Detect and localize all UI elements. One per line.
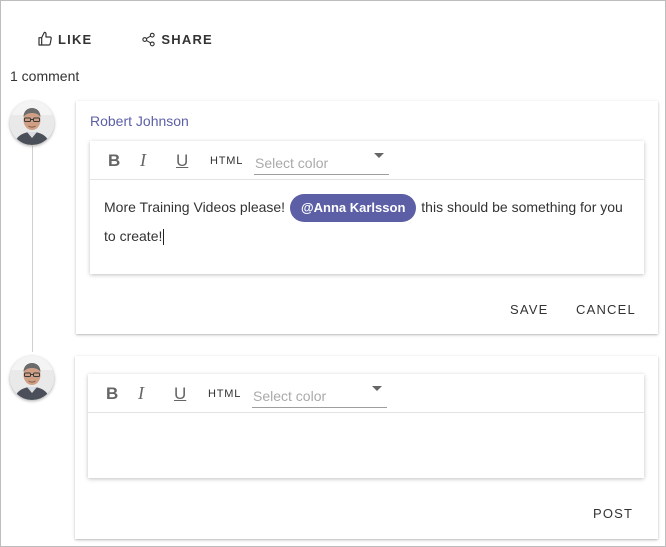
comment-count: 1 comment bbox=[10, 68, 80, 84]
chevron-down-icon bbox=[372, 386, 382, 391]
save-button[interactable]: SAVE bbox=[510, 302, 549, 317]
current-user-avatar[interactable] bbox=[10, 356, 54, 400]
post-button[interactable]: POST bbox=[593, 506, 633, 521]
color-select[interactable]: Select color bbox=[254, 149, 389, 175]
italic-button[interactable]: I bbox=[138, 384, 144, 402]
like-button[interactable]: LIKE bbox=[37, 31, 92, 47]
html-button[interactable]: HTML bbox=[210, 155, 243, 167]
underline-button[interactable]: U bbox=[176, 152, 188, 169]
share-label: SHARE bbox=[161, 31, 213, 47]
comment-text-area[interactable]: More Training Videos please! @Anna Karls… bbox=[104, 193, 632, 250]
comment-editor: B I U HTML Select color More Training Vi… bbox=[90, 141, 644, 274]
avatar-photo bbox=[10, 356, 54, 400]
chevron-down-icon bbox=[374, 153, 384, 158]
avatar-photo bbox=[10, 101, 54, 145]
color-select-placeholder: Select color bbox=[255, 155, 329, 171]
thread-line bbox=[32, 146, 33, 352]
new-comment-card: B I U HTML Select color POST bbox=[75, 356, 658, 539]
post-actions: LIKE SHARE bbox=[37, 30, 213, 48]
cancel-button[interactable]: CANCEL bbox=[576, 302, 636, 317]
text-cursor bbox=[163, 229, 165, 246]
like-label: LIKE bbox=[58, 31, 93, 47]
comment-author[interactable]: Robert Johnson bbox=[90, 113, 189, 129]
bold-button[interactable]: B bbox=[108, 152, 120, 169]
html-button[interactable]: HTML bbox=[208, 388, 241, 400]
new-comment-text-area[interactable] bbox=[102, 426, 632, 476]
share-button[interactable]: SHARE bbox=[141, 32, 213, 47]
mention-chip[interactable]: @Anna Karlsson bbox=[289, 194, 417, 222]
avatar[interactable] bbox=[10, 101, 54, 145]
italic-button[interactable]: I bbox=[140, 151, 146, 169]
editor-toolbar: B I U HTML Select color bbox=[88, 374, 644, 413]
comment-card: Robert Johnson B I U HTML Select color M… bbox=[76, 101, 658, 334]
editor-toolbar: B I U HTML Select color bbox=[90, 141, 644, 180]
new-comment-editor: B I U HTML Select color bbox=[88, 374, 644, 478]
color-select[interactable]: Select color bbox=[252, 382, 387, 408]
color-select-placeholder: Select color bbox=[253, 388, 327, 404]
comment-text-before: More Training Videos please! bbox=[104, 199, 286, 215]
share-icon bbox=[142, 32, 156, 46]
bold-button[interactable]: B bbox=[106, 385, 118, 402]
thumbs-up-icon bbox=[38, 31, 52, 46]
underline-button[interactable]: U bbox=[174, 385, 186, 402]
